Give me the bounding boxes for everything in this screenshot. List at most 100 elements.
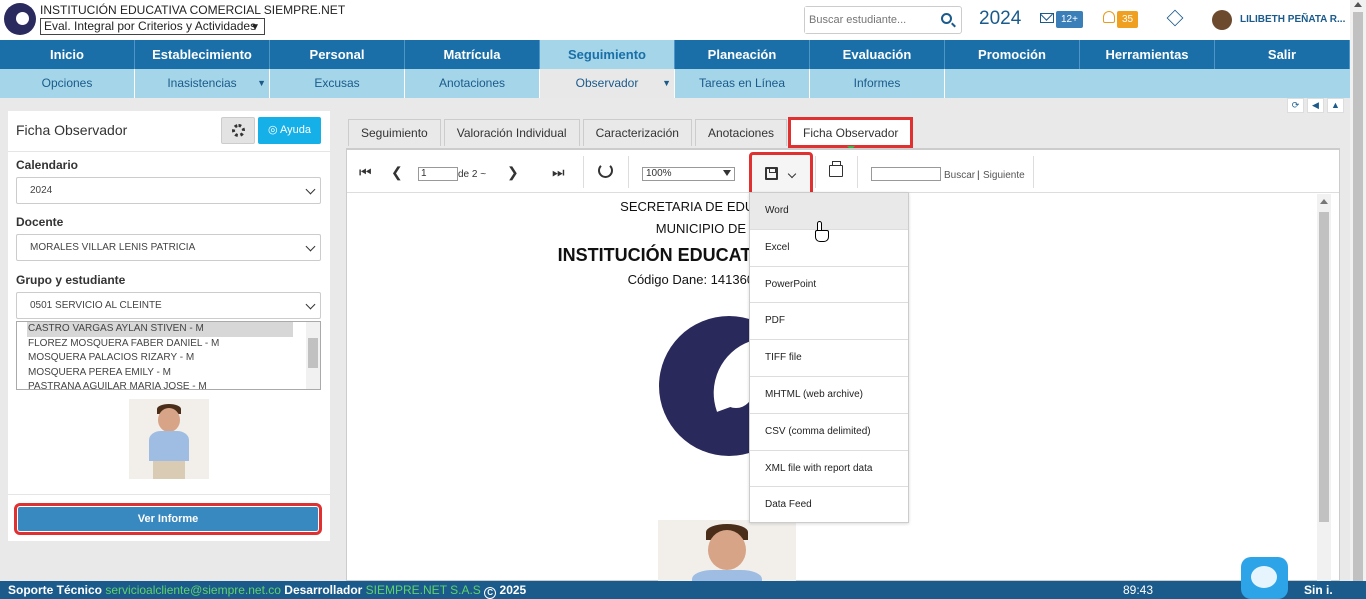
page-scrollbar[interactable] [1350, 0, 1366, 582]
first-page-icon[interactable]: ⏮ [359, 164, 372, 181]
eval-mode-value: Eval. Integral por Criterios y Actividad… [44, 19, 257, 33]
nav-personal[interactable]: Personal [270, 40, 405, 69]
scroll-thumb[interactable] [308, 338, 318, 368]
prev-page-icon[interactable]: ❮ [391, 164, 403, 181]
export-pdf[interactable]: PDF [750, 303, 908, 341]
list-item[interactable]: MOSQUERA PEREA EMILY - M [17, 366, 320, 381]
subnav-label: Excusas [314, 76, 360, 90]
last-page-icon[interactable]: ⏭ [552, 164, 565, 181]
tab-seguimiento[interactable]: Seguimiento [348, 119, 441, 146]
notification-count-badge[interactable]: 35 [1117, 11, 1139, 28]
up-arrow-icon[interactable]: ▲ [1327, 98, 1344, 113]
list-item[interactable]: CASTRO VARGAS AYLAN STIVEN - M [27, 322, 293, 337]
export-button[interactable] [749, 152, 813, 196]
find-next-button[interactable]: Siguiente [983, 170, 1025, 181]
nav-herramientas[interactable]: Herramientas [1080, 40, 1215, 69]
find-button[interactable]: Buscar [944, 170, 975, 181]
scroll-thumb[interactable] [1353, 12, 1363, 582]
help-button[interactable]: ◎ Ayuda [258, 117, 321, 144]
subnav-label: Opciones [41, 76, 93, 90]
export-xml[interactable]: XML file with report data [750, 451, 908, 488]
nav-evaluacion[interactable]: Evaluación [810, 40, 945, 69]
export-data-feed[interactable]: Data Feed [750, 487, 908, 524]
main-nav: Inicio Establecimiento Personal Matrícul… [0, 40, 1350, 69]
dev-name-link[interactable]: SIEMPRE.NET S.A.S [366, 583, 481, 597]
export-menu: Word Excel PowerPoint PDF TIFF file MHTM… [749, 192, 909, 523]
nav-seguimiento[interactable]: Seguimiento [540, 40, 675, 69]
subnav-anotaciones[interactable]: Anotaciones [405, 69, 540, 98]
support-email-link[interactable]: servicioalcliente@siempre.net.co [105, 583, 281, 597]
list-item[interactable]: FLOREZ MOSQUERA FABER DANIEL - M [17, 337, 320, 352]
photo-shirt [149, 431, 189, 461]
refresh-icon[interactable]: ⟳ [1287, 98, 1304, 113]
report-scrollbar[interactable] [1317, 194, 1331, 581]
subnav-tareas-en-linea[interactable]: Tareas en Línea [675, 69, 810, 98]
list-item[interactable]: PASTRANA AGUILAR MARIA JOSE - M [17, 380, 320, 389]
subnav-label: Informes [853, 76, 901, 90]
settings-button[interactable] [221, 117, 255, 144]
divider [815, 156, 816, 188]
tab-anotaciones[interactable]: Anotaciones [694, 119, 787, 146]
app-footer: Soporte Técnico servicioalcliente@siempr… [0, 581, 1366, 599]
scroll-thumb[interactable] [1319, 212, 1329, 522]
avatar[interactable] [1212, 10, 1232, 30]
page-number-input[interactable]: 1 [418, 167, 458, 181]
subnav-informes[interactable]: Informes [810, 69, 945, 98]
list-item[interactable]: MOSQUERA PALACIOS RIZARY - M [17, 351, 320, 366]
find-input[interactable] [871, 167, 941, 181]
calendar-select[interactable]: 2024 [16, 177, 321, 204]
current-year[interactable]: 2024 [979, 8, 1021, 30]
nav-promocion[interactable]: Promoción [945, 40, 1080, 69]
bell-icon[interactable] [1103, 11, 1115, 23]
next-page-icon[interactable]: ❯ [507, 164, 519, 181]
support-label: Soporte Técnico [8, 583, 103, 597]
scroll-up-icon[interactable] [1354, 2, 1362, 7]
ficha-filter-panel: Ficha Observador ◎ Ayuda Calendario 2024… [8, 111, 330, 541]
nav-planeacion[interactable]: Planeación [675, 40, 810, 69]
subnav-observador[interactable]: Observador ▼ [540, 69, 675, 98]
back-icon[interactable]: ◀ [1307, 98, 1324, 113]
subnav-label: Tareas en Línea [698, 76, 786, 90]
chevron-down-icon [305, 241, 316, 252]
print-icon[interactable] [829, 161, 843, 177]
find-separator: | [977, 170, 980, 181]
photo-pants [153, 461, 185, 479]
view-report-button[interactable]: Ver Informe [14, 503, 322, 535]
refresh-icon[interactable] [598, 163, 613, 178]
nav-inicio[interactable]: Inicio [0, 40, 135, 69]
chat-bubble-icon[interactable] [1241, 557, 1288, 599]
student-search[interactable] [804, 6, 962, 34]
nav-salir[interactable]: Salir [1215, 40, 1350, 69]
group-select[interactable]: 0501 SERVICIO AL CLEINTE [16, 292, 321, 319]
caret-down-icon: ▼ [662, 78, 671, 88]
eval-mode-select[interactable]: Eval. Integral por Criterios y Actividad… [40, 18, 265, 35]
export-excel[interactable]: Excel [750, 230, 908, 267]
tab-caracterizacion[interactable]: Caracterización [582, 119, 692, 146]
export-tiff[interactable]: TIFF file [750, 340, 908, 377]
export-csv[interactable]: CSV (comma delimited) [750, 414, 908, 451]
nav-matricula[interactable]: Matrícula [405, 40, 540, 69]
photo-head [158, 408, 180, 432]
tab-valoracion-individual[interactable]: Valoración Individual [443, 119, 580, 146]
subnav-opciones[interactable]: Opciones [0, 69, 135, 98]
export-mhtml[interactable]: MHTML (web archive) [750, 377, 908, 414]
subnav-excusas[interactable]: Excusas [270, 69, 405, 98]
export-word[interactable]: Word [750, 193, 908, 230]
export-powerpoint[interactable]: PowerPoint [750, 267, 908, 304]
student-search-input[interactable] [805, 7, 935, 33]
chevron-down-icon [723, 170, 731, 176]
search-icon[interactable] [941, 13, 952, 24]
cube-icon[interactable] [1166, 9, 1184, 27]
mail-icon[interactable] [1040, 13, 1054, 23]
subnav-inasistencias[interactable]: Inasistencias ▼ [135, 69, 270, 98]
scroll-up-icon[interactable] [1320, 199, 1328, 204]
mail-count-badge[interactable]: 12+ [1056, 11, 1083, 28]
teacher-select[interactable]: MORALES VILLAR LENIS PATRICIA [16, 234, 321, 261]
group-value: 0501 SERVICIO AL CLEINTE [30, 300, 162, 311]
user-name[interactable]: LILIBETH PEÑATA R... [1240, 14, 1345, 25]
student-listbox[interactable]: CASTRO VARGAS AYLAN STIVEN - M FLOREZ MO… [16, 321, 321, 390]
tab-ficha-observador[interactable]: Ficha Observador [787, 117, 914, 150]
nav-establecimiento[interactable]: Establecimiento [135, 40, 270, 69]
list-scrollbar[interactable] [306, 322, 320, 389]
zoom-select[interactable]: 100% [642, 167, 735, 181]
